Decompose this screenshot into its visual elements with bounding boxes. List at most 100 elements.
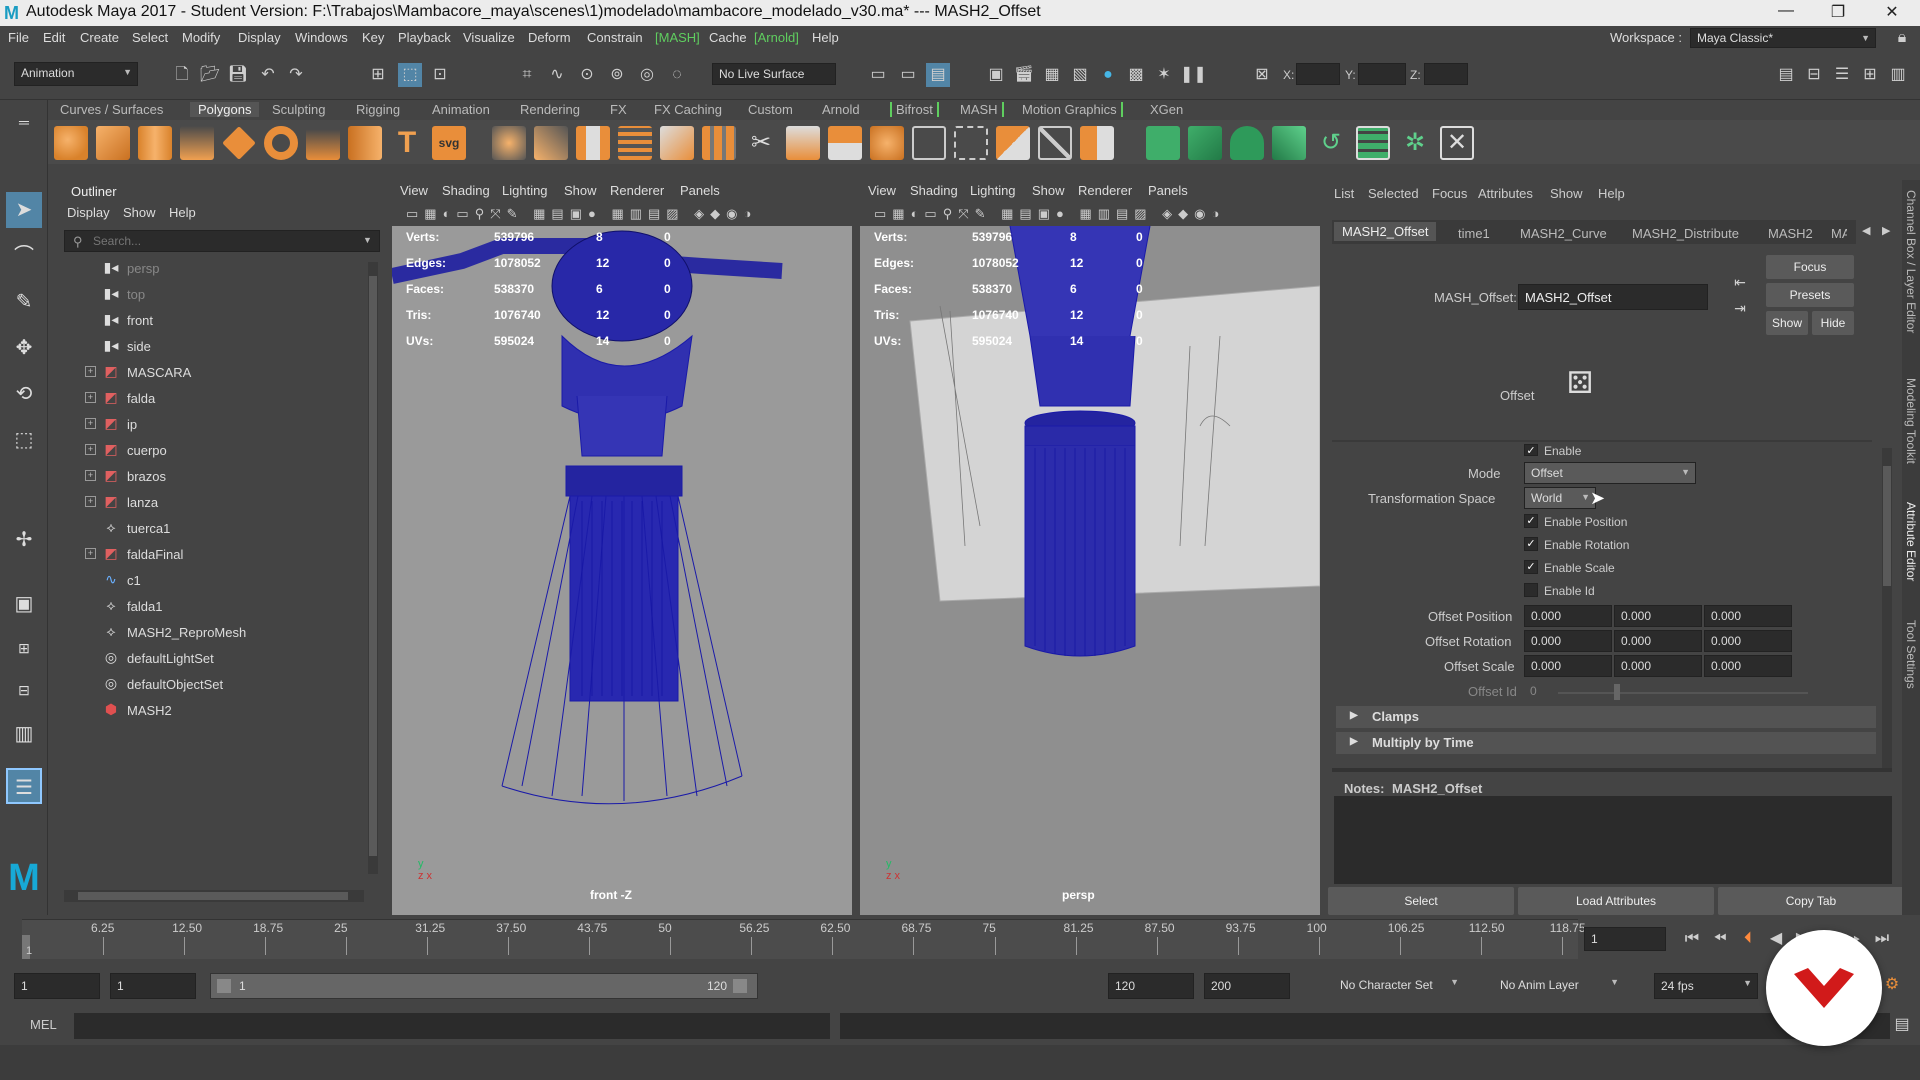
input-connection-icon[interactable]: ⇤ xyxy=(1728,270,1752,294)
vp2-menu-renderer[interactable]: Renderer xyxy=(1078,183,1132,198)
vp1-menu-lighting[interactable]: Lighting xyxy=(502,183,548,198)
outliner-layout-icon[interactable]: ▥ xyxy=(6,716,42,752)
vp2-menu-view[interactable]: View xyxy=(868,183,896,198)
paint-select-icon[interactable]: ✎ xyxy=(6,284,42,320)
vp2-menu-lighting[interactable]: Lighting xyxy=(970,183,1016,198)
tab-scroll-left-icon[interactable]: ◀ xyxy=(1862,224,1870,237)
poly-sphere-icon[interactable] xyxy=(54,126,88,160)
range-slider-right-handle[interactable] xyxy=(733,979,747,993)
menu-select[interactable]: Select xyxy=(132,30,168,45)
x-field[interactable] xyxy=(1296,63,1340,85)
tab-channel-box[interactable]: Channel Box / Layer Editor xyxy=(1904,190,1918,333)
outliner-scrollbar[interactable] xyxy=(368,262,378,874)
viewport-front[interactable]: View Shading Lighting Show Renderer Pane… xyxy=(392,180,852,915)
offset-scale-x[interactable]: 0.000 xyxy=(1524,655,1612,677)
construction-history-icon[interactable]: ▤ xyxy=(926,63,950,87)
vp1-menu-shading[interactable]: Shading xyxy=(442,183,490,198)
select-hierarchy-icon[interactable]: ⊞ xyxy=(366,63,390,87)
ae-node-name-field[interactable]: MASH2_Offset xyxy=(1518,284,1708,310)
menu-edit[interactable]: Edit xyxy=(43,30,65,45)
select-tool-icon[interactable]: ➤ xyxy=(6,192,42,228)
tab-modeling-toolkit[interactable]: Modeling Toolkit xyxy=(1904,378,1918,464)
unfold-uv-icon[interactable] xyxy=(1038,126,1072,160)
tab-bifrost[interactable]: Bifrost xyxy=(890,102,939,117)
ae-tab-time1[interactable]: time1 xyxy=(1458,226,1490,241)
go-to-end-icon[interactable]: ⏭ xyxy=(1870,927,1894,951)
mash-repro-icon[interactable] xyxy=(1230,126,1264,160)
tab-mash[interactable]: MASH xyxy=(956,102,1004,117)
enable-scale-checkbox[interactable]: ✓ xyxy=(1524,560,1538,574)
scale-tool-icon[interactable]: ⬚ xyxy=(6,422,42,458)
mash-distribute-icon[interactable] xyxy=(1188,126,1222,160)
menu-cache[interactable]: Cache xyxy=(709,30,747,45)
menu-file[interactable]: File xyxy=(8,30,29,45)
poly-cylinder-icon[interactable] xyxy=(138,126,172,160)
ipr-render-icon[interactable]: ▦ xyxy=(1040,63,1064,87)
bevel-icon[interactable] xyxy=(786,126,820,160)
outliner-scroll-thumb[interactable] xyxy=(369,276,377,856)
outliner-item[interactable]: ◎ defaultLightSet xyxy=(55,646,375,672)
character-set-dropdown[interactable]: No Character Set xyxy=(1334,973,1464,999)
chevron-down-icon[interactable]: ▼ xyxy=(363,235,372,245)
notes-textarea[interactable] xyxy=(1334,796,1892,884)
snap-surface-icon[interactable]: ◎ xyxy=(635,63,659,87)
select-component-icon[interactable]: ⊡ xyxy=(428,63,452,87)
outliner-hscrollbar[interactable] xyxy=(64,890,364,902)
viewport-front-toolbar[interactable]: ▭▦◐▭⚲⤧✎ ▦▤▣● ▦▥▤▨ ◈◆◉◑ xyxy=(392,202,852,226)
poly-cube-icon[interactable] xyxy=(96,126,130,160)
outliner-item[interactable]: + ◩ falda xyxy=(55,386,375,412)
outliner-search-field[interactable]: ⚲ ▼ xyxy=(64,230,380,252)
offset-rotation-x[interactable]: 0.000 xyxy=(1524,630,1612,652)
multiply-by-time-section[interactable]: Multiply by Time xyxy=(1336,732,1876,754)
offset-id-slider-handle[interactable] xyxy=(1614,684,1620,700)
separate-icon[interactable] xyxy=(534,126,568,160)
poly-cone-icon[interactable] xyxy=(180,126,214,160)
menu-playback[interactable]: Playback xyxy=(398,30,451,45)
poly-box-icon[interactable] xyxy=(870,126,904,160)
tab-sculpting[interactable]: Sculpting xyxy=(272,102,325,117)
sign-in-icon[interactable]: ▤ xyxy=(1774,63,1798,87)
expand-icon[interactable]: + xyxy=(85,366,96,377)
z-field[interactable] xyxy=(1424,63,1468,85)
mash-create-icon[interactable] xyxy=(1146,126,1180,160)
outliner-item[interactable]: ⟡ MASH2_ReproMesh xyxy=(55,620,375,646)
minimize-icon[interactable]: — xyxy=(1766,2,1806,24)
menu-arnold[interactable]: [Arnold] xyxy=(754,30,799,45)
offset-position-z[interactable]: 0.000 xyxy=(1704,605,1792,627)
vp1-menu-show[interactable]: Show xyxy=(564,183,597,198)
vp2-menu-show[interactable]: Show xyxy=(1032,183,1065,198)
ae-tab-mash2-curve[interactable]: MASH2_Curve xyxy=(1520,226,1607,241)
ae-hide-button[interactable]: Hide xyxy=(1812,311,1854,335)
menu-constrain[interactable]: Constrain xyxy=(587,30,643,45)
poly-plane-icon[interactable] xyxy=(222,126,256,160)
auto-uv-icon[interactable] xyxy=(954,126,988,160)
offset-id-slider[interactable] xyxy=(1558,692,1808,694)
ae-tab-ma[interactable]: MA xyxy=(1831,226,1847,241)
extrude-icon[interactable] xyxy=(660,126,694,160)
persp-outliner-layout-icon[interactable]: ☰ xyxy=(6,768,42,804)
attribute-editor-icon[interactable]: ☰ xyxy=(1830,63,1854,87)
outliner-search-input[interactable] xyxy=(93,233,353,249)
menu-help[interactable]: Help xyxy=(812,30,839,45)
snap-point-icon[interactable]: ⊙ xyxy=(575,63,599,87)
transformation-space-dropdown[interactable]: World xyxy=(1524,487,1596,509)
menu-modify[interactable]: Modify xyxy=(182,30,220,45)
tab-animation[interactable]: Animation xyxy=(432,102,490,117)
outliner-item[interactable]: ⟡ falda1 xyxy=(55,594,375,620)
tab-scroll-right-icon[interactable]: ▶ xyxy=(1882,224,1890,237)
tab-motion-graphics[interactable]: Motion Graphics xyxy=(1018,102,1123,117)
ae-splitter[interactable] xyxy=(1332,768,1892,772)
move-tool-icon[interactable]: ✥ xyxy=(6,330,42,366)
mash-offset-icon[interactable] xyxy=(1356,126,1390,160)
offset-position-x[interactable]: 0.000 xyxy=(1524,605,1612,627)
pause-viewport-icon[interactable]: ❚❚ xyxy=(1180,63,1207,87)
target-weld-icon[interactable] xyxy=(828,126,862,160)
offset-rotation-y[interactable]: 0.000 xyxy=(1614,630,1702,652)
expand-icon[interactable]: + xyxy=(85,496,96,507)
mel-label[interactable]: MEL xyxy=(30,1017,57,1032)
ae-menu-focus[interactable]: Focus xyxy=(1432,186,1467,201)
transform-mode-icon[interactable]: ⊠ xyxy=(1250,63,1274,87)
y-field[interactable] xyxy=(1358,63,1406,85)
outliner-item[interactable]: ◎ defaultObjectSet xyxy=(55,672,375,698)
ae-tab-mash2[interactable]: MASH2 xyxy=(1768,226,1813,241)
